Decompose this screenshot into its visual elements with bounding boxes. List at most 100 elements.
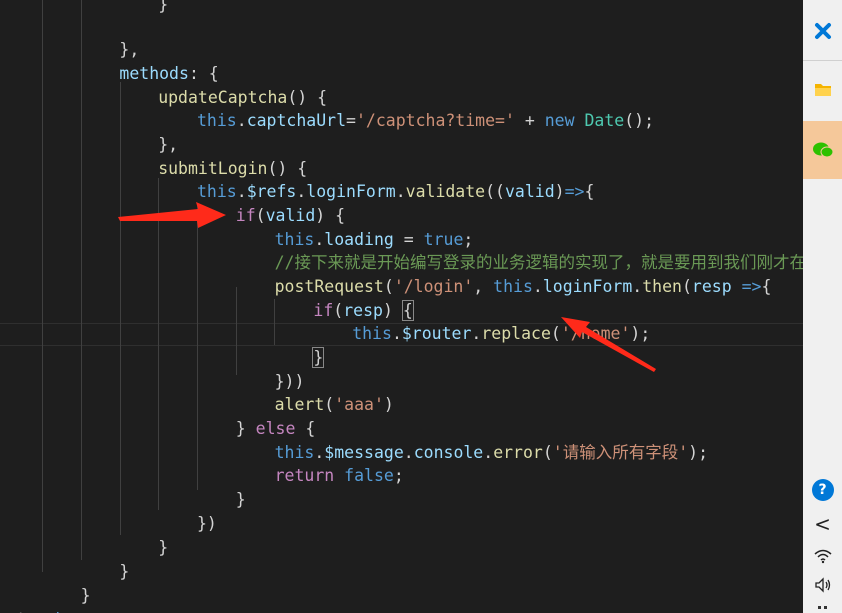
code-token: return xyxy=(274,466,335,485)
code-token: { xyxy=(401,300,414,321)
code-token: ( xyxy=(324,395,335,414)
code-token: $message xyxy=(324,443,404,462)
code-token: ( xyxy=(542,443,553,462)
code-token: postRequest xyxy=(274,277,384,296)
code-token: this xyxy=(274,443,315,462)
code-token: if xyxy=(313,301,334,320)
code-token: this xyxy=(274,230,315,249)
code-token: ( xyxy=(383,277,394,296)
code-token: . xyxy=(314,230,325,249)
code-line: </script> xyxy=(3,608,92,613)
code-token: 'aaa' xyxy=(334,395,384,414)
code-token: . xyxy=(391,324,402,343)
code-token: . xyxy=(314,443,325,462)
folder-button[interactable] xyxy=(803,70,842,110)
code-token: (( xyxy=(485,182,505,201)
help-icon: ? xyxy=(811,479,834,501)
code-editor[interactable]: }}, methods: {updateCaptcha() {this.captc… xyxy=(0,0,803,613)
code-line: postRequest('/login', this.loginForm.the… xyxy=(275,275,772,299)
code-token: ( xyxy=(255,206,266,225)
indent-guide xyxy=(81,0,82,560)
code-token: }, xyxy=(158,135,179,154)
code-token: updateCaptcha xyxy=(158,88,288,107)
code-line: } xyxy=(81,584,91,608)
code-line: this.$message.console.error('请输入所有字段'); xyxy=(275,441,708,465)
code-line: this.captchaUrl='/captcha?time=' + new D… xyxy=(197,109,654,133)
code-token: alert xyxy=(274,395,325,414)
indent-guide xyxy=(236,287,237,375)
code-line: } xyxy=(312,346,325,370)
code-line: this.$refs.loginForm.validate((valid)=>{ xyxy=(197,180,594,204)
code-token: resp xyxy=(691,277,732,296)
indent-guide xyxy=(158,178,159,510)
code-token: ) xyxy=(382,301,403,320)
code-token: ; xyxy=(393,466,404,485)
code-token: validate xyxy=(405,182,486,201)
code-line: return false; xyxy=(275,464,404,488)
code-line: }) xyxy=(197,512,217,536)
code-line: } xyxy=(236,488,246,512)
code-token: . xyxy=(532,277,543,296)
code-token: (); xyxy=(624,111,655,130)
code-token: false xyxy=(344,466,394,485)
code-token: this xyxy=(352,324,392,343)
code-token: replace xyxy=(481,324,551,343)
code-token: '/home' xyxy=(560,324,631,343)
code-token: loading xyxy=(324,230,394,249)
help-button[interactable]: ? xyxy=(803,475,842,505)
code-token: } xyxy=(119,562,130,581)
divider xyxy=(803,60,842,61)
code-token: this xyxy=(493,277,533,296)
code-line: } xyxy=(158,536,168,560)
code-token: ) xyxy=(554,182,565,201)
code-token: valid xyxy=(505,182,555,201)
code-token: if xyxy=(235,206,256,225)
wechat-button[interactable] xyxy=(803,121,842,179)
code-token: resp xyxy=(343,301,383,320)
folder-icon xyxy=(814,84,831,96)
close-icon xyxy=(814,23,831,39)
speaker-icon[interactable] xyxy=(803,572,842,598)
code-token: , xyxy=(473,277,494,296)
indent-guide xyxy=(274,299,275,345)
code-token: console xyxy=(413,443,484,462)
code-token: . xyxy=(483,443,494,462)
wifi-icon[interactable] xyxy=(803,543,842,569)
code-token: true xyxy=(423,230,464,249)
chevron-left-icon[interactable]: < xyxy=(803,510,842,538)
code-token: . xyxy=(395,182,406,201)
code-token: = xyxy=(393,230,424,249)
indent-guide xyxy=(120,82,121,535)
code-token: loginForm xyxy=(306,182,396,201)
code-line: })) xyxy=(275,370,305,394)
code-line: submitLogin() { xyxy=(158,157,307,181)
code-token: this xyxy=(197,182,237,201)
code-token: })) xyxy=(274,372,305,391)
code-token: ( xyxy=(550,324,561,343)
code-token: new xyxy=(544,111,575,130)
code-token: '/captcha?time=' xyxy=(355,111,515,130)
code-line: } xyxy=(119,560,129,584)
code-token: } xyxy=(235,490,246,509)
code-line: }, xyxy=(119,38,139,62)
close-button[interactable] xyxy=(803,10,842,52)
code-token: ( xyxy=(333,301,344,320)
code-token: } xyxy=(312,347,325,368)
code-line: //接下来就是开始编写登录的业务逻辑的实现了，就是要用到我们刚才在 xyxy=(275,251,803,275)
code-token: } xyxy=(158,0,169,14)
code-token: this xyxy=(197,111,237,130)
code-line: updateCaptcha() { xyxy=(158,86,327,110)
code-token: '请输入所有字段' xyxy=(552,443,689,462)
code-token: //接下来就是开始编写登录的业务逻辑的实现了，就是要用到我们刚才在 xyxy=(274,253,803,272)
code-token: } xyxy=(80,586,91,605)
code-token: = xyxy=(346,111,356,130)
code-token: : { xyxy=(188,64,219,83)
code-token: ; xyxy=(463,230,474,249)
code-line: alert('aaa') xyxy=(275,393,394,417)
code-token: else xyxy=(255,419,296,438)
indent-guide xyxy=(197,203,198,490)
code-token: then xyxy=(642,277,682,296)
